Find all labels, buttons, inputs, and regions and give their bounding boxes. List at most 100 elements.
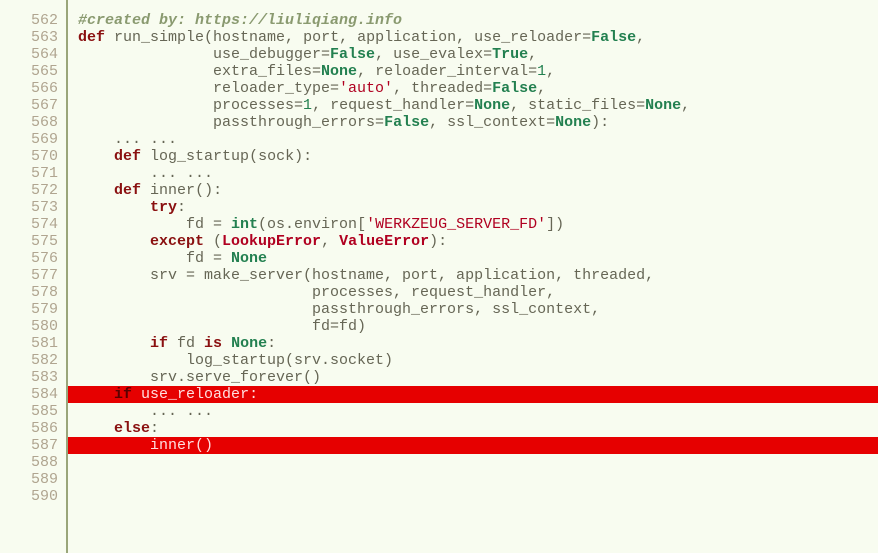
token-kc: None <box>231 250 267 267</box>
line-number: 563 <box>4 29 58 46</box>
token-kc: None <box>474 97 510 114</box>
token-text: (): <box>195 182 222 199</box>
token-text: fd <box>168 335 204 352</box>
token-text: , <box>528 46 537 63</box>
token-text: , <box>537 80 546 97</box>
line-number: 562 <box>4 12 58 29</box>
line-number: 584 <box>4 386 58 403</box>
code-line: if use_reloader: <box>68 386 878 403</box>
code-line: srv = make_server(hostname, port, applic… <box>68 267 878 284</box>
token-text: (hostname, port, application, use_reload… <box>204 29 591 46</box>
token-kc: False <box>330 46 375 63</box>
token-text: ): <box>591 114 609 131</box>
line-number-gutter: 5625635645655665675685695705715725735745… <box>0 0 68 553</box>
token-fn: use_reloader: <box>141 386 258 403</box>
line-number: 587 <box>4 437 58 454</box>
line-number: 569 <box>4 131 58 148</box>
token-text: , reloader_interval= <box>357 63 537 80</box>
token-nm: 1 <box>303 97 312 114</box>
line-number: 572 <box>4 182 58 199</box>
line-number: 575 <box>4 233 58 250</box>
token-text: , use_evalex= <box>375 46 492 63</box>
token-k: def <box>114 148 141 165</box>
token-kc: False <box>492 80 537 97</box>
token-fn: inner() <box>150 437 213 454</box>
token-k: if <box>114 386 132 403</box>
code-line: processes, request_handler, <box>68 284 878 301</box>
code-line: passthrough_errors=False, ssl_context=No… <box>68 114 878 131</box>
token-text <box>222 335 231 352</box>
line-number: 582 <box>4 352 58 369</box>
token-text: ]) <box>546 216 564 233</box>
line-number: 568 <box>4 114 58 131</box>
token-s: 'WERKZEUG_SERVER_FD' <box>366 216 546 233</box>
token-text <box>105 29 114 46</box>
token-kc: None <box>231 335 267 352</box>
line-number: 565 <box>4 63 58 80</box>
token-text: , <box>636 29 645 46</box>
line-number: 573 <box>4 199 58 216</box>
token-text: (sock): <box>249 148 312 165</box>
line-number: 583 <box>4 369 58 386</box>
token-text: processes= <box>78 97 303 114</box>
token-text <box>78 199 150 216</box>
code-line: use_debugger=False, use_evalex=True, <box>68 46 878 63</box>
code-line: fd = None <box>68 250 878 267</box>
token-k: try <box>150 199 177 216</box>
token-text: , static_files= <box>510 97 645 114</box>
code-line: reloader_type='auto', threaded=False, <box>68 80 878 97</box>
token-text: srv = make_server(hostname, port, applic… <box>78 267 654 284</box>
token-fn: inner <box>150 182 195 199</box>
token-s: 'auto' <box>339 80 393 97</box>
token-text: fd = <box>78 216 231 233</box>
line-number: 590 <box>4 488 58 505</box>
token-c: #created by: https://liuliqiang.info <box>78 12 402 29</box>
token-err: ValueError <box>339 233 429 250</box>
token-text <box>78 335 150 352</box>
line-number: 579 <box>4 301 58 318</box>
token-text: use_debugger= <box>78 46 330 63</box>
token-k: else <box>114 420 150 437</box>
line-number: 586 <box>4 420 58 437</box>
code-line: processes=1, request_handler=None, stati… <box>68 97 878 114</box>
line-number: 580 <box>4 318 58 335</box>
token-text: , <box>681 97 690 114</box>
token-kc: False <box>384 114 429 131</box>
token-kc: None <box>321 63 357 80</box>
line-number: 588 <box>4 454 58 471</box>
token-err: LookupError <box>222 233 321 250</box>
code-line: ... ... <box>68 131 878 148</box>
code-line: def log_startup(sock): <box>68 148 878 165</box>
token-text <box>141 182 150 199</box>
code-line: ... ... <box>68 403 878 420</box>
line-number: 585 <box>4 403 58 420</box>
code-line: fd=fd) <box>68 318 878 335</box>
token-text: extra_files= <box>78 63 321 80</box>
code-editor: 5625635645655665675685695705715725735745… <box>0 0 878 553</box>
line-number: 578 <box>4 284 58 301</box>
token-kc: None <box>645 97 681 114</box>
token-kc: None <box>555 114 591 131</box>
code-line: else: <box>68 420 878 437</box>
token-text: fd=fd) <box>78 318 366 335</box>
token-text: srv.serve_forever() <box>78 369 321 386</box>
token-text: log_startup(srv.socket) <box>78 352 393 369</box>
line-number: 567 <box>4 97 58 114</box>
token-text: ( <box>204 233 222 250</box>
code-line: log_startup(srv.socket) <box>68 352 878 369</box>
token-text: : <box>150 420 159 437</box>
token-text <box>78 233 150 250</box>
code-area[interactable]: #created by: https://liuliqiang.info def … <box>68 0 878 553</box>
line-number: 581 <box>4 335 58 352</box>
token-text: passthrough_errors= <box>78 114 384 131</box>
code-line: def inner(): <box>68 182 878 199</box>
token-text <box>141 148 150 165</box>
line-number: 589 <box>4 471 58 488</box>
token-text <box>78 437 150 454</box>
code-line: srv.serve_forever() <box>68 369 878 386</box>
token-kc: False <box>591 29 636 46</box>
token-text: : <box>267 335 276 352</box>
code-line: inner() <box>68 437 878 454</box>
code-line: #created by: https://liuliqiang.info <box>68 12 878 29</box>
token-text: reloader_type= <box>78 80 339 97</box>
